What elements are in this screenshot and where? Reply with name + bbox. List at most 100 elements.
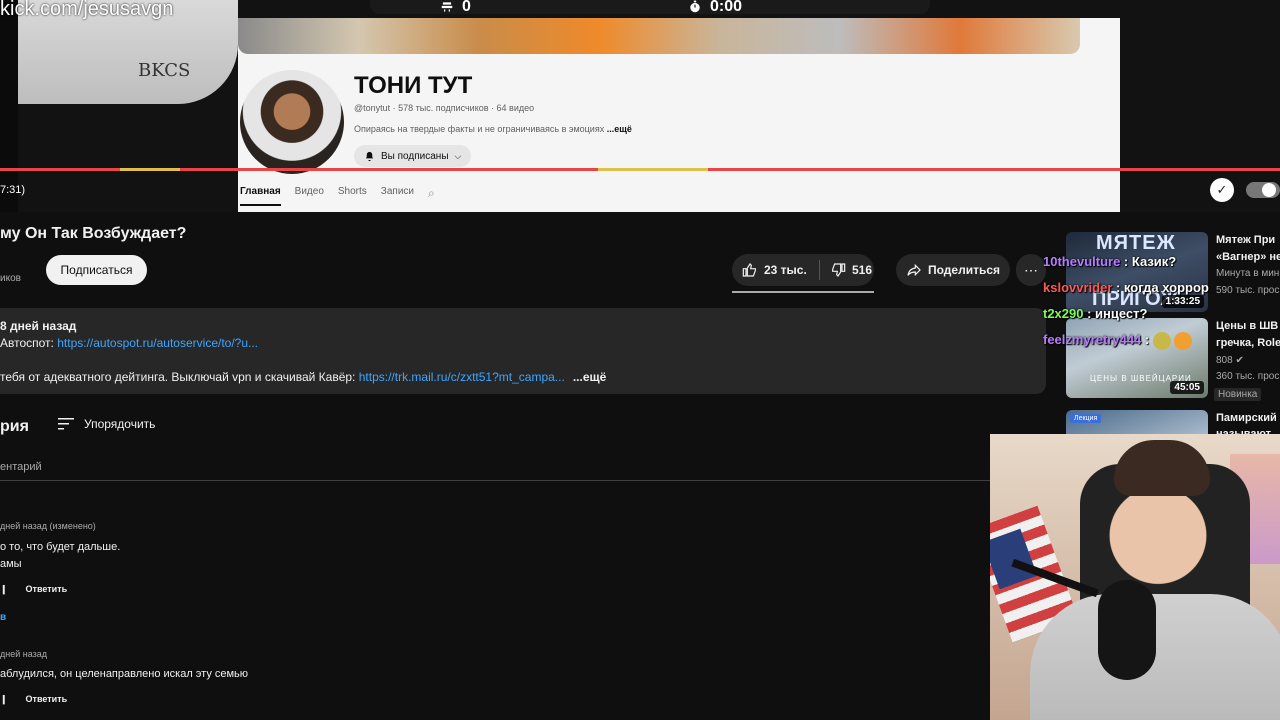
comment-text: о то, что будет дальше. [0,541,121,553]
video-title: му Он Так Возбуждает? [0,225,187,242]
channel-tab-posts: Записи [380,186,414,197]
recommendation-title[interactable]: гречка, Role [1216,337,1280,349]
chat-username: kslovvrider [1043,280,1113,295]
chat-message: kslovvrider : когда хоррор [1043,275,1209,301]
player-time: 7:31) [0,184,26,196]
more-actions-button[interactable]: ⋯ [1016,254,1046,286]
channel-tab-home: Главная [240,186,281,206]
thumbs-down-icon[interactable]: ❙ [0,694,8,705]
share-icon [906,262,922,278]
recommendation-channel: Минута в мин [1216,268,1280,279]
subscribed-label: Вы подписаны [381,150,449,162]
recommendation-title[interactable]: Мятеж При [1216,234,1275,246]
chat-text: : инцест? [1083,306,1148,321]
search-icon: ⌕ [428,186,435,200]
new-badge: Новинка [1214,388,1262,401]
recommendation-views: 590 тыс. прос [1216,285,1280,296]
video-player[interactable]: BKCS ТОНИ ТУТ @tonytut · 578 тыс. подпис… [0,0,1280,212]
frog-emote-icon [1152,331,1171,350]
description-box[interactable]: 8 дней назад Автоспот: https://autospot.… [0,308,1046,394]
chat-text: : когда хоррор [1112,280,1209,295]
description-line-autospot: Автоспот: https://autospot.ru/autoservic… [0,336,259,350]
channel-tabs: Главная Видео Shorts Записи ⌕ [240,186,435,206]
webcam-streamer-hair [1114,440,1210,496]
more-horizontal-icon: ⋯ [1024,261,1038,278]
viewers-icon [440,0,454,14]
comment-meta: дней назад [0,649,48,659]
like-underline [732,291,874,293]
recommendation-channel: 808 ✔ [1216,355,1244,366]
share-button[interactable]: Поделиться [896,254,1010,286]
reply-button[interactable]: Ответить [26,584,68,595]
channel-avatar [240,70,344,174]
toggle-knob [1262,183,1276,197]
chat-username: 10thevulture [1043,254,1121,269]
stopwatch-icon [688,0,702,14]
verified-icon: ✔ [1235,355,1244,366]
like-count: 23 тыс. [764,263,807,277]
dislike-button[interactable]: 516 [820,262,872,278]
subscriber-count: иков [0,273,21,284]
share-label: Поделиться [928,263,1001,277]
stream-timer: 0:00 [688,0,742,16]
reply-button[interactable]: Ответить [26,694,68,705]
recommendation-title[interactable]: Цены в ШВ [1216,320,1278,332]
comment-actions: ❙ Ответить [0,584,67,595]
chat-overlay: 10thevulture : Казик? kslovvrider : когд… [1043,249,1209,353]
bell-icon [364,151,375,162]
autoplay-toggle[interactable] [1246,182,1280,198]
shield-icon[interactable]: ✓ [1210,178,1234,202]
comment-text: аблудился, он целенаправлено искал эту с… [0,668,249,680]
recommendation-views: 360 тыс. прос [1216,371,1280,382]
shirt-brand-text: BKCS [138,60,191,81]
chat-text: : Казик? [1120,254,1177,269]
webcam-overlay [990,434,1280,720]
replies-toggle[interactable]: в [0,612,6,623]
subscribed-button: Вы подписаны ⌵ [354,145,471,167]
kaver-link[interactable]: https://trk.mail.ru/c/zxtt51?mt_campa... [359,370,565,384]
like-button[interactable]: 23 тыс. [732,260,820,280]
chevron-down-icon: ⌵ [454,150,462,161]
comment-text: амы [0,558,22,570]
sort-icon [58,417,74,431]
progress-bar[interactable] [0,168,1280,171]
comment-input-underline [0,480,990,481]
channel-description: Опираясь на твердые факты и не ограничив… [354,124,632,134]
description-date: 8 дней назад [0,319,77,333]
recommendation-title[interactable]: «Вагнер» не [1216,251,1280,263]
video-dark-edge [0,0,18,212]
add-comment-input[interactable]: ентарий [0,461,42,473]
comments-heading: рия [0,418,29,435]
video-duration: 45:05 [1170,381,1204,394]
chat-message: 10thevulture : Казик? [1043,249,1209,275]
like-dislike-group: 23 тыс. 516 [732,254,874,286]
channel-banner [238,18,1080,54]
progress-chapter-marker [120,168,180,171]
thumbs-up-icon [742,262,758,278]
channel-tab-shorts: Shorts [337,186,367,197]
sort-label: Упорядочить [84,417,156,431]
chat-username: t2x290 [1043,306,1084,321]
channel-meta: @tonytut · 578 тыс. подписчиков · 64 вид… [354,103,535,113]
description-more[interactable]: ...ещё [573,370,606,384]
chat-message: t2x290 : инцест? [1043,301,1209,327]
chat-message: feelzmyretry444 : [1043,327,1209,353]
lecture-tag: Лекция [1070,414,1102,423]
sort-comments-button[interactable]: Упорядочить [58,417,155,431]
channel-name: ТОНИ ТУТ [354,72,473,99]
progress-chapter-marker [598,168,708,171]
dislike-count: 516 [852,263,873,277]
description-line-kaver: тебя от адекватного дейтинга. Выключай v… [0,370,607,384]
microphone-icon [1098,580,1156,680]
viewer-count: 0 [440,0,471,16]
subscribe-button[interactable]: Подписаться [46,255,147,285]
thumbs-down-icon [830,262,846,278]
smile-emote-icon [1174,331,1193,350]
autospot-link[interactable]: https://autospot.ru/autoservice/to/?u... [57,336,258,350]
comment-meta: дней назад (изменено) [0,521,96,531]
comment-actions: ❙ Ответить [0,694,67,705]
thumbs-down-icon[interactable]: ❙ [0,584,8,595]
chat-text: : [1141,332,1153,347]
chat-username: feelzmyretry444 [1043,332,1142,347]
recommendation-title[interactable]: Памирский [1216,412,1277,424]
